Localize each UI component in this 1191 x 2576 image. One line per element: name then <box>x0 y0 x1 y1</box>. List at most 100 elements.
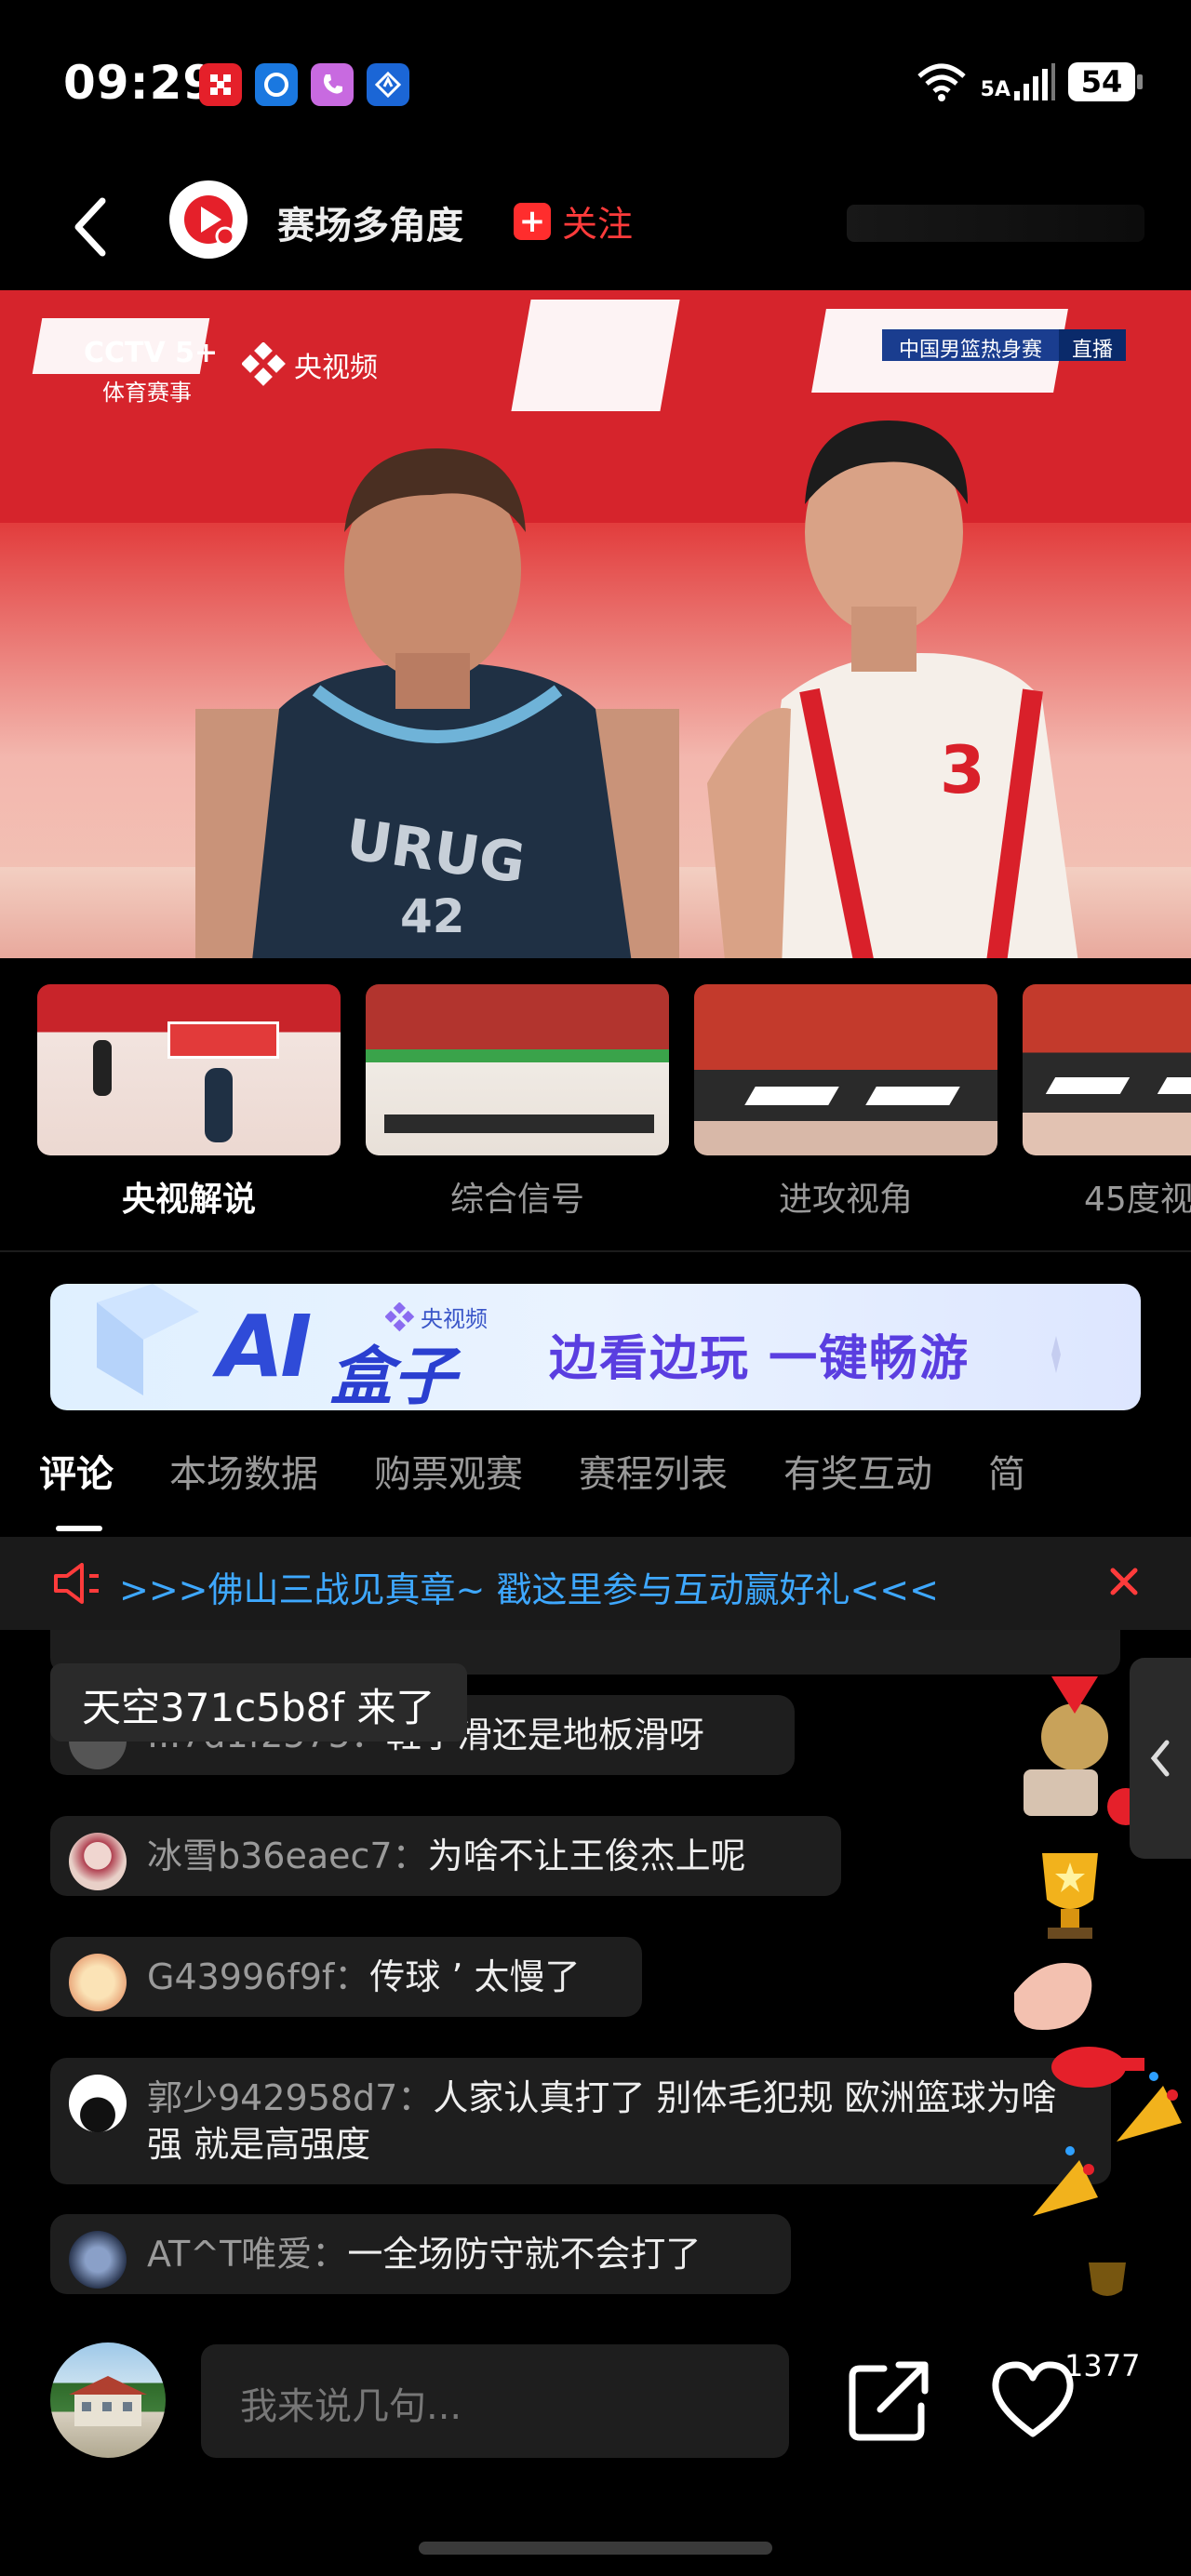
back-arrow-icon <box>74 197 106 257</box>
list-item[interactable]: 冰雪b36eaec7：为啥不让王俊杰上呢 <box>50 1816 841 1896</box>
ad-board <box>167 1021 279 1059</box>
sparkle-icon <box>1051 1336 1061 1373</box>
share-icon[interactable] <box>847 2356 930 2445</box>
event-name: 中国男篮热身赛 <box>881 329 1059 362</box>
swoosh-graphic <box>1157 1077 1191 1094</box>
tab-comments[interactable]: 评论 <box>39 1444 114 1537</box>
home-indicator[interactable] <box>419 2542 772 2555</box>
angle-label: 进攻视角 <box>778 1181 913 1219</box>
ai-logo-text: AI <box>218 1297 312 1396</box>
ai-box-banner[interactable]: 央视频 AI 盒子 边看边玩 一键畅游 <box>50 1284 1141 1410</box>
battery-indicator: 54 <box>1068 62 1143 101</box>
broadcaster-sub: 体育赛事 <box>102 380 192 406</box>
avatar-scene <box>69 2376 147 2426</box>
broadcaster-logo: CCTV 5+ <box>84 337 219 369</box>
avatar <box>69 1954 127 2011</box>
swoosh-graphic <box>1045 1077 1131 1094</box>
comment-input[interactable]: 我来说几句... <box>201 2344 789 2458</box>
phone-notification-icon <box>311 63 354 106</box>
bottom-action-bar: 我来说几句... 1377 <box>0 2335 1191 2521</box>
angle-thumbnail <box>366 984 669 1155</box>
channel-header: 赛场多角度 + 关注 <box>0 167 1191 288</box>
list-item[interactable]: AT^T唯爱：一全场防守就不会打了 <box>50 2214 791 2294</box>
tab-match-stats[interactable]: 本场数据 <box>169 1444 318 1537</box>
angle-thumbnail <box>694 984 997 1155</box>
comment-user[interactable]: 郭少942958d7： <box>147 2077 433 2118</box>
app-notification-icon <box>199 63 242 106</box>
tab-tickets[interactable]: 购票观赛 <box>374 1444 523 1537</box>
live-stream-page: 09:29 5A 54 赛场多角度 + 关注 URUG 42 3 CCTV 5+… <box>0 0 1191 2576</box>
live-tag: 中国男篮热身赛 直播 <box>881 329 1126 362</box>
tab-prize-interaction[interactable]: 有奖互动 <box>783 1444 932 1537</box>
list-item[interactable]: 郭少942958d7：人家认真打了 别体毛犯规 欧洲篮球为啥强 就是高强度 <box>50 2058 1111 2184</box>
angle-label: 央视解说 <box>121 1181 256 1219</box>
ai-slogan: 边看边玩 一键畅游 <box>549 1331 970 1387</box>
player-figure: 3 <box>707 420 1078 958</box>
like-count: 1377 <box>1064 2348 1141 2383</box>
live-state: 直播 <box>1058 329 1126 362</box>
avatar <box>69 1833 127 1890</box>
angle-item-commentary[interactable]: 央视解说 <box>37 984 341 1221</box>
angle-thumbnail <box>37 984 341 1155</box>
browser-notification-icon <box>255 63 298 106</box>
angle-label: 综合信号 <box>449 1181 584 1219</box>
header-blurred-area <box>847 205 1144 242</box>
angle-item-offense[interactable]: 进攻视角 <box>694 984 997 1221</box>
comment-text: 一全场防守就不会打了 <box>347 2234 702 2275</box>
network-type: 5A <box>980 78 1010 101</box>
nav-notification-icon <box>367 63 409 106</box>
tab-schedule[interactable]: 赛程列表 <box>579 1444 728 1537</box>
avatar[interactable] <box>50 2342 166 2458</box>
muscle-icon <box>1014 1963 1092 2030</box>
comment-user[interactable]: AT^T唯爱： <box>147 2234 347 2275</box>
score-bar <box>384 1114 654 1133</box>
plus-icon: + <box>514 202 551 240</box>
promo-notice[interactable]: >>>佛山三战见真章~ 戳这里参与互动赢好礼<<< <box>0 1537 1191 1630</box>
close-icon[interactable] <box>1105 1563 1143 1600</box>
trophy-icon <box>1042 1853 1098 1939</box>
whistle-icon <box>1051 2047 1144 2088</box>
tab-more[interactable]: 简 <box>988 1444 1025 1537</box>
swoosh-graphic <box>865 1087 960 1105</box>
comment-text: 为啥不让王俊杰上呢 <box>427 1835 746 1876</box>
comment-user[interactable]: G43996f9f： <box>147 1956 369 1997</box>
player-dot <box>205 1068 233 1142</box>
wifi-icon <box>917 63 966 101</box>
chevron-left-icon <box>1150 1740 1170 1777</box>
channel-avatar[interactable] <box>169 180 248 259</box>
comment-user[interactable]: 冰雪b36eaec7： <box>147 1835 428 1876</box>
channel-name[interactable]: 赛场多角度 <box>277 195 463 249</box>
follow-label: 关注 <box>562 204 634 245</box>
angle-item-45deg[interactable]: 45度视 <box>1023 984 1191 1221</box>
svg-text:3: 3 <box>940 732 985 808</box>
signal-icon <box>1014 63 1055 100</box>
player-dot <box>93 1040 112 1096</box>
notice-text[interactable]: >>>佛山三战见真章~ 戳这里参与互动赢好礼<<< <box>119 1561 939 1612</box>
follow-button[interactable]: + 关注 <box>514 195 633 247</box>
camera-angle-list: 央视解说 综合信号 进攻视角 45度视 <box>0 984 1191 1226</box>
list-item[interactable]: G43996f9f：传球 ’ 太慢了 <box>50 1937 642 2017</box>
speaker-icon <box>54 1563 99 1604</box>
user-join-notice: 天空371c5b8f 来了 <box>50 1663 467 1742</box>
yangshipin-logo-icon <box>242 342 286 386</box>
angle-label: 45度视 <box>1084 1181 1191 1219</box>
tab-bar: 评论 本场数据 购票观赛 赛程列表 有奖互动 简 <box>39 1444 1191 1537</box>
system-status: 5A 54 <box>916 61 1143 102</box>
banner-graphic <box>511 300 680 411</box>
status-time: 09:29 <box>63 56 217 110</box>
gift-panel-toggle[interactable] <box>1130 1658 1191 1859</box>
ad-board <box>366 1049 669 1062</box>
party-popper-icon <box>1117 2072 1182 2142</box>
avatar <box>69 2075 127 2132</box>
back-button[interactable] <box>65 190 121 264</box>
camera-icon <box>1024 1769 1144 1825</box>
trophy-icon <box>1089 2262 1126 2296</box>
video-player[interactable]: URUG 42 3 CCTV 5+ 体育赛事 央视频 中国男篮热身赛 直播 <box>0 290 1191 958</box>
comment-feed[interactable]: 天空371c5b8f 来了 ...7d1f2575：鞋子滑还是地板滑呀 冰雪b3… <box>0 1630 1191 2337</box>
svg-text:42: 42 <box>400 889 465 943</box>
player-figure: URUG 42 <box>195 448 679 958</box>
status-bar: 09:29 5A 54 <box>0 0 1191 167</box>
avatar <box>69 2231 127 2289</box>
cube-decor-icon <box>97 1284 199 1395</box>
angle-item-combined[interactable]: 综合信号 <box>366 984 669 1221</box>
